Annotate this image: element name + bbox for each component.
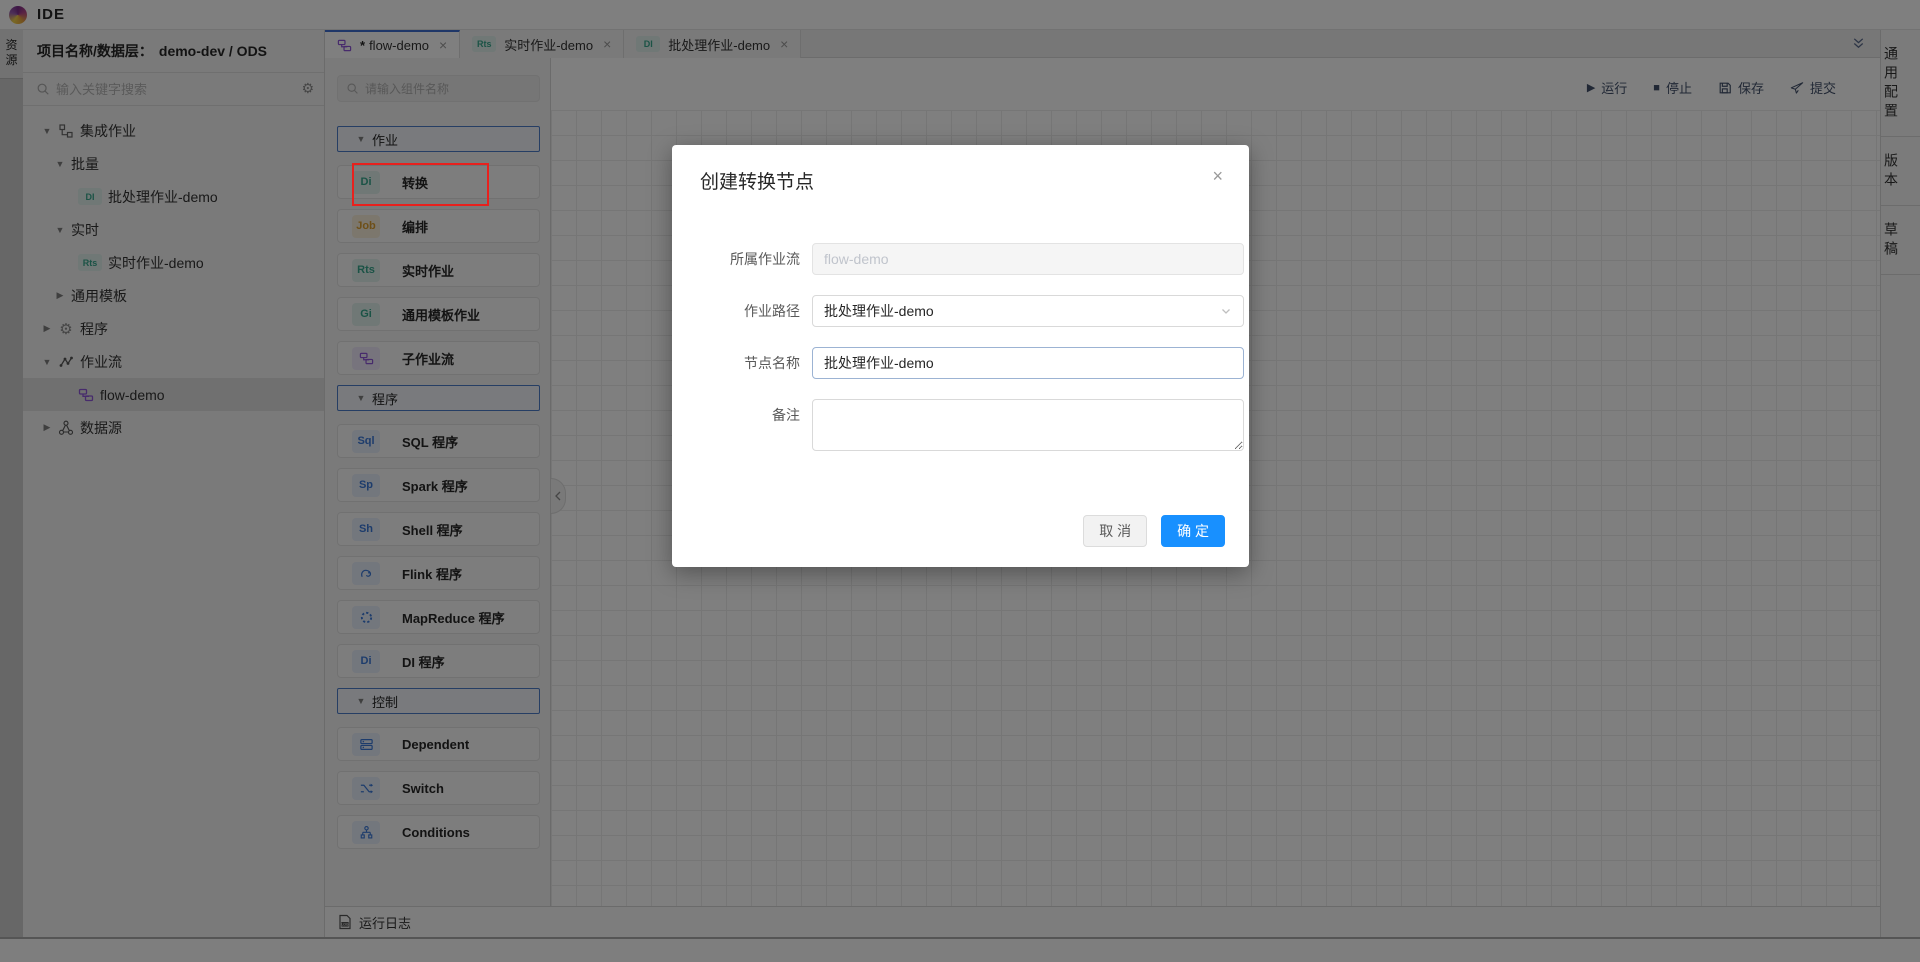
ide-window: IDE 资源 项目名称/数据层： demo-dev / ODS ⚙ ▼ — [0, 0, 1920, 962]
dialog-footer: 取 消 确 定 — [1083, 515, 1225, 547]
field-label-remark: 备注 — [772, 407, 800, 423]
chevron-down-icon — [1222, 309, 1230, 314]
dialog-body: 所属作业流 作业路径 批处理作业-demo 节点名称 — [672, 243, 1249, 476]
field-label-job-path: 作业路径 — [744, 303, 800, 319]
node-name-input[interactable] — [812, 347, 1244, 379]
parent-flow-input — [812, 243, 1244, 275]
remark-textarea[interactable] — [812, 399, 1244, 451]
ok-button[interactable]: 确 定 — [1161, 515, 1225, 547]
close-icon[interactable]: × — [1212, 167, 1223, 185]
field-label-parent-flow: 所属作业流 — [730, 251, 800, 267]
cancel-button[interactable]: 取 消 — [1083, 515, 1148, 547]
field-label-node-name: 节点名称 — [744, 355, 800, 371]
dialog-title: 创建转换节点 — [700, 172, 815, 193]
job-path-select[interactable]: 批处理作业-demo — [812, 295, 1244, 327]
create-transform-node-dialog: 创建转换节点 × 所属作业流 作业路径 批处理作业-demo — [672, 145, 1249, 567]
annotation-highlight-box — [352, 163, 489, 206]
job-path-value: 批处理作业-demo — [824, 303, 934, 319]
